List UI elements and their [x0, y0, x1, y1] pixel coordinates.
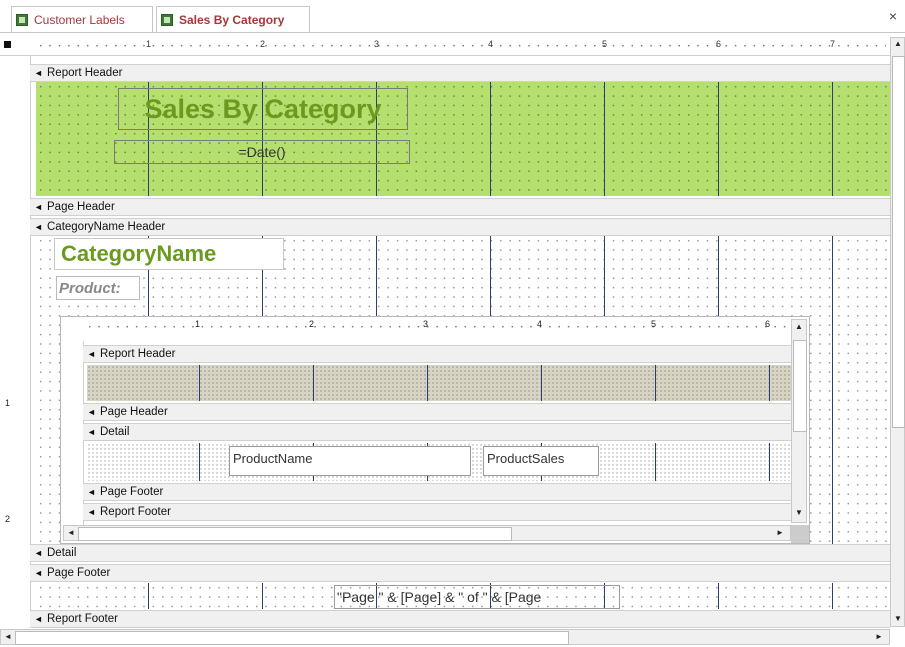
- collapse-arrow-icon: ◄: [34, 222, 43, 232]
- collapse-arrow-icon: ◄: [34, 614, 43, 624]
- scroll-up-icon[interactable]: ▲: [894, 39, 902, 48]
- ruler-number: 6: [716, 39, 722, 49]
- section-label: Detail: [100, 426, 130, 438]
- ruler-number: 2: [260, 39, 266, 49]
- category-header-bar[interactable]: ◄ CategoryName Header: [30, 218, 890, 236]
- section-label: Report Footer: [47, 613, 118, 625]
- date-textbox[interactable]: =Date(): [114, 140, 410, 164]
- product-name-textbox[interactable]: ProductName: [229, 446, 471, 476]
- ruler-number: 3: [423, 319, 429, 329]
- table-icon: [16, 13, 28, 26]
- ruler-number: 2: [309, 319, 315, 329]
- page-number-textbox[interactable]: "Page " & [Page] & " of " & [Page: [334, 585, 620, 609]
- page-footer-bar[interactable]: ◄ Page Footer: [30, 564, 890, 582]
- document-tab-bar: Customer Labels Sales By Category ×: [0, 0, 905, 33]
- select-report-box[interactable]: [4, 41, 11, 48]
- subreport-detail-section: ProductName ProductSales: [87, 443, 791, 481]
- tab-label: Customer Labels: [34, 12, 125, 27]
- ruler-number: 1: [146, 39, 152, 49]
- ruler-number: 5: [602, 39, 608, 49]
- tab-customer-labels[interactable]: Customer Labels: [11, 6, 153, 32]
- scroll-corner: [791, 525, 809, 543]
- page-header-bar[interactable]: ◄ Page Header: [30, 198, 890, 216]
- report-footer-bar[interactable]: ◄ Report Footer: [30, 610, 890, 628]
- tab-sales-by-category[interactable]: Sales By Category: [156, 6, 310, 32]
- subreport-ruler: 1 2 3 4 5 6: [85, 319, 791, 333]
- page-footer-section: "Page " & [Page] & " of " & [Page: [36, 583, 890, 609]
- report-title-label[interactable]: Sales By Category: [118, 88, 408, 130]
- report-header-section: Sales By Category =Date(): [36, 82, 890, 196]
- ruler-number: 4: [537, 319, 543, 329]
- subreport-control[interactable]: 1 2 3 4 5 6 ◄ Report Header ◄ Page Heade…: [60, 316, 810, 544]
- scroll-down-icon[interactable]: ▼: [795, 508, 803, 517]
- vertical-ruler: 1 2: [0, 56, 31, 628]
- table-icon: [161, 13, 173, 26]
- collapse-arrow-icon: ◄: [34, 68, 43, 78]
- subreport-detail-bar[interactable]: ◄ Detail: [83, 423, 791, 441]
- scroll-right-icon[interactable]: ►: [776, 528, 784, 537]
- ruler-number: 1: [5, 398, 11, 408]
- collapse-arrow-icon: ◄: [34, 548, 43, 558]
- section-label: Report Header: [100, 348, 176, 360]
- scroll-thumb[interactable]: [78, 527, 512, 541]
- ruler-number: 4: [488, 39, 494, 49]
- collapse-arrow-icon: ◄: [34, 568, 43, 578]
- subreport-vertical-ruler: [61, 341, 84, 529]
- ruler-number: 6: [765, 319, 771, 329]
- ruler-number: 1: [195, 319, 201, 329]
- subreport-page-header-bar[interactable]: ◄ Page Header: [83, 403, 791, 421]
- scroll-thumb[interactable]: [892, 56, 905, 428]
- collapse-arrow-icon: ◄: [34, 202, 43, 212]
- subreport-report-header-bar[interactable]: ◄ Report Header: [83, 345, 791, 363]
- product-label: Product:: [56, 276, 140, 300]
- scroll-down-icon[interactable]: ▼: [894, 614, 902, 623]
- section-label: Report Footer: [100, 506, 171, 518]
- collapse-arrow-icon: ◄: [87, 487, 96, 497]
- section-label: Detail: [47, 547, 77, 559]
- product-sales-textbox[interactable]: ProductSales: [483, 446, 599, 476]
- subreport-horizontal-scrollbar[interactable]: ◄ ►: [63, 525, 791, 541]
- scroll-left-icon[interactable]: ◄: [67, 528, 75, 537]
- ruler-number: 2: [5, 514, 11, 524]
- ruler-number: 7: [830, 39, 836, 49]
- collapse-arrow-icon: ◄: [87, 427, 96, 437]
- section-label: Page Footer: [47, 567, 111, 579]
- scroll-left-icon[interactable]: ◄: [4, 632, 12, 641]
- scroll-thumb[interactable]: [793, 340, 807, 432]
- collapse-arrow-icon: ◄: [87, 407, 96, 417]
- section-label: Page Footer: [100, 486, 164, 498]
- horizontal-ruler: 1 2 3 4 5 6 7: [0, 37, 905, 56]
- close-icon[interactable]: ×: [889, 8, 897, 24]
- scroll-thumb[interactable]: [15, 631, 569, 645]
- subreport-page-footer-bar[interactable]: ◄ Page Footer: [83, 483, 791, 501]
- main-vertical-scrollbar[interactable]: ▲ ▼: [890, 37, 905, 627]
- ruler-number: 5: [651, 319, 657, 329]
- subreport-report-header-section: [87, 365, 791, 401]
- section-label: Report Header: [47, 67, 123, 79]
- scroll-right-icon[interactable]: ►: [875, 632, 883, 641]
- ruler-number: 3: [374, 39, 380, 49]
- section-label: Page Header: [100, 406, 168, 418]
- main-horizontal-scrollbar[interactable]: ◄ ►: [0, 629, 890, 645]
- tab-label: Sales By Category: [179, 12, 285, 27]
- subreport-report-footer-bar[interactable]: ◄ Report Footer: [83, 503, 791, 521]
- detail-bar[interactable]: ◄ Detail: [30, 544, 890, 562]
- subreport-vertical-scrollbar[interactable]: ▲ ▼: [791, 319, 807, 523]
- category-name-textbox[interactable]: CategoryName: [54, 238, 284, 270]
- report-header-bar[interactable]: ◄ Report Header: [30, 64, 890, 82]
- section-label: Page Header: [47, 201, 115, 213]
- collapse-arrow-icon: ◄: [87, 349, 96, 359]
- section-label: CategoryName Header: [47, 221, 166, 233]
- collapse-arrow-icon: ◄: [87, 507, 96, 517]
- scroll-up-icon[interactable]: ▲: [795, 322, 803, 331]
